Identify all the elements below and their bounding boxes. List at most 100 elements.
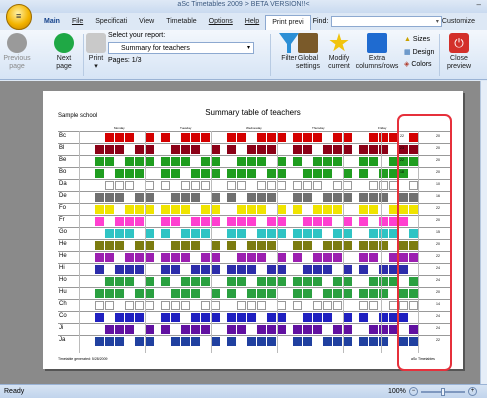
sizes-icon: ▲ <box>404 36 413 43</box>
report-select[interactable]: Summary for teachers ▾ <box>108 42 254 54</box>
tab-print-preview[interactable]: Print previ <box>265 15 311 30</box>
teacher-row: He 20 <box>58 239 450 250</box>
grid-line <box>277 131 278 353</box>
lesson-cell <box>125 277 134 286</box>
lesson-cell <box>171 169 180 178</box>
lesson-cell <box>191 229 200 238</box>
app-orb-icon[interactable]: ≡ <box>6 4 32 30</box>
find-input[interactable]: ▾ <box>331 16 442 27</box>
minimize-button[interactable]: – <box>477 0 481 9</box>
lesson-cell <box>135 169 144 178</box>
lesson-cell <box>369 145 378 154</box>
teacher-row: Ja 22 <box>58 335 450 346</box>
previous-page-button[interactable]: Previous page <box>0 33 34 71</box>
lesson-cell <box>293 205 302 214</box>
lesson-cell <box>171 253 180 262</box>
lesson-cell <box>115 229 124 238</box>
lesson-cell <box>343 325 352 334</box>
lesson-cell <box>181 145 190 154</box>
lesson-cell <box>333 289 342 298</box>
chevron-down-icon: ▾ <box>246 45 250 51</box>
lesson-cell <box>201 169 210 178</box>
lesson-cell <box>323 145 332 154</box>
lesson-cell <box>95 253 104 262</box>
lesson-cell <box>293 289 302 298</box>
lesson-cell <box>171 313 180 322</box>
lesson-cell <box>303 289 312 298</box>
select-report-label: Select your report: <box>108 32 166 39</box>
lesson-cell <box>181 289 190 298</box>
grid-line <box>381 131 382 353</box>
colors-button[interactable]: ◈ Colors <box>404 60 432 68</box>
lesson-cell <box>303 229 312 238</box>
teacher-row: Da 10 <box>58 179 450 190</box>
customize-menu[interactable]: Customize <box>442 18 487 25</box>
teacher-name: Hu <box>59 289 67 295</box>
zoom-in-button[interactable]: + <box>468 387 477 396</box>
design-button[interactable]: ▦ Design <box>404 48 434 56</box>
lesson-cell <box>105 325 114 334</box>
close-preview-button[interactable]: ⏻ Close preview <box>441 33 477 71</box>
lesson-cell <box>211 145 220 154</box>
lesson-cell <box>115 217 124 226</box>
lesson-cell <box>313 229 322 238</box>
lesson-cell <box>237 265 246 274</box>
lesson-cell <box>115 169 124 178</box>
lesson-cell <box>257 337 266 346</box>
lesson-cell <box>323 193 332 202</box>
lesson-cell <box>313 277 322 286</box>
lesson-cell <box>171 241 180 250</box>
lesson-cell <box>343 277 352 286</box>
zoom-out-button[interactable]: − <box>409 387 418 396</box>
pages-indicator: Pages: 1/3 <box>108 57 142 64</box>
menu-view[interactable]: View <box>133 18 160 25</box>
menu-help[interactable]: Help <box>239 18 265 25</box>
vertical-scrollbar[interactable] <box>480 81 487 384</box>
lesson-cell <box>267 313 276 322</box>
lesson-cell <box>277 229 286 238</box>
print-button[interactable]: Print ▾ <box>86 33 106 71</box>
lesson-cell <box>247 265 256 274</box>
day-header: Thursday <box>312 126 325 130</box>
global-settings-button[interactable]: Global settings <box>290 33 326 71</box>
lesson-cell <box>95 313 104 322</box>
lesson-cell <box>135 217 144 226</box>
lesson-cell <box>227 337 236 346</box>
menu-timetable[interactable]: Timetable <box>160 18 202 25</box>
lesson-cell <box>293 253 302 262</box>
teacher-name: He <box>59 253 67 259</box>
next-page-button[interactable]: Next page <box>52 33 76 71</box>
lesson-cell <box>171 145 180 154</box>
teacher-name: Fo <box>59 205 67 211</box>
lesson-cell <box>257 325 266 334</box>
lesson-cell <box>145 145 154 154</box>
lesson-cell <box>105 289 114 298</box>
lesson-cell <box>257 289 266 298</box>
lesson-cell <box>161 265 170 274</box>
lesson-cell <box>359 265 368 274</box>
lesson-cell <box>267 169 276 178</box>
lesson-cell <box>181 157 190 166</box>
lesson-cell <box>135 313 144 322</box>
lesson-cell <box>145 133 154 142</box>
lesson-cell <box>211 265 220 274</box>
lesson-cell <box>359 253 368 262</box>
extra-columns-button[interactable]: Extra columns/rows <box>354 33 400 71</box>
lesson-cell <box>191 313 200 322</box>
modify-current-button[interactable]: Modify current <box>325 33 353 71</box>
menu-specification[interactable]: Specificati <box>89 18 133 25</box>
menu-file[interactable]: File <box>66 18 89 25</box>
lesson-cell <box>211 193 220 202</box>
lesson-cell <box>237 253 246 262</box>
lesson-cell <box>333 193 342 202</box>
lesson-cell <box>267 133 276 142</box>
menu-options[interactable]: Options <box>203 18 239 25</box>
lesson-cell <box>211 253 220 262</box>
menu-main[interactable]: Main <box>38 18 66 25</box>
lesson-cell <box>313 325 322 334</box>
columns-icon <box>367 33 387 53</box>
sizes-button[interactable]: ▲ Sizes <box>404 36 430 43</box>
lesson-cell <box>323 337 332 346</box>
zoom-slider-thumb[interactable] <box>441 388 445 396</box>
lesson-cell <box>191 133 200 142</box>
